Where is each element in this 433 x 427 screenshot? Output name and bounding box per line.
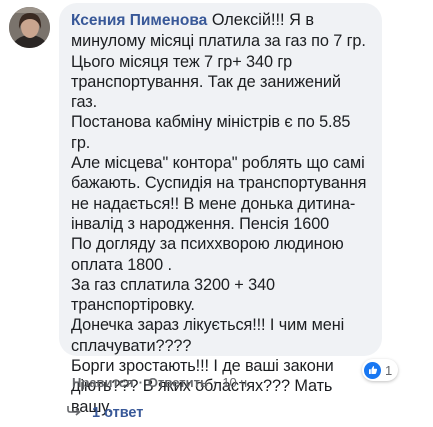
reaction-count: 1 <box>385 362 393 378</box>
separator-dot: · <box>138 375 143 390</box>
replies-count-label[interactable]: 1 ответ <box>92 405 143 421</box>
comment-bubble: Ксения Пименова Олексій!!! Я в минулому … <box>59 3 382 416</box>
view-replies-link[interactable]: 1 ответ <box>66 405 143 421</box>
reaction-badge[interactable]: 1 <box>362 359 399 381</box>
author-name[interactable]: Ксения Пименова <box>71 12 207 29</box>
avatar[interactable] <box>9 7 50 48</box>
reply-button[interactable]: Ответить <box>148 375 208 390</box>
timestamp[interactable]: 10 ч. <box>222 375 250 390</box>
separator-dot: · <box>212 375 218 390</box>
reply-arrow-icon <box>66 405 82 421</box>
comment-text: минулому місяці платила за газ по 7 гр. … <box>71 32 367 416</box>
like-icon <box>364 361 381 379</box>
comment-first-words: Олексій!!! Я в <box>211 11 315 29</box>
like-button[interactable]: Нравится <box>72 375 134 390</box>
comment-actions: Нравится · Ответить · 10 ч. <box>72 375 251 390</box>
comment-header: Ксения Пименова Олексій!!! Я в <box>71 10 371 31</box>
